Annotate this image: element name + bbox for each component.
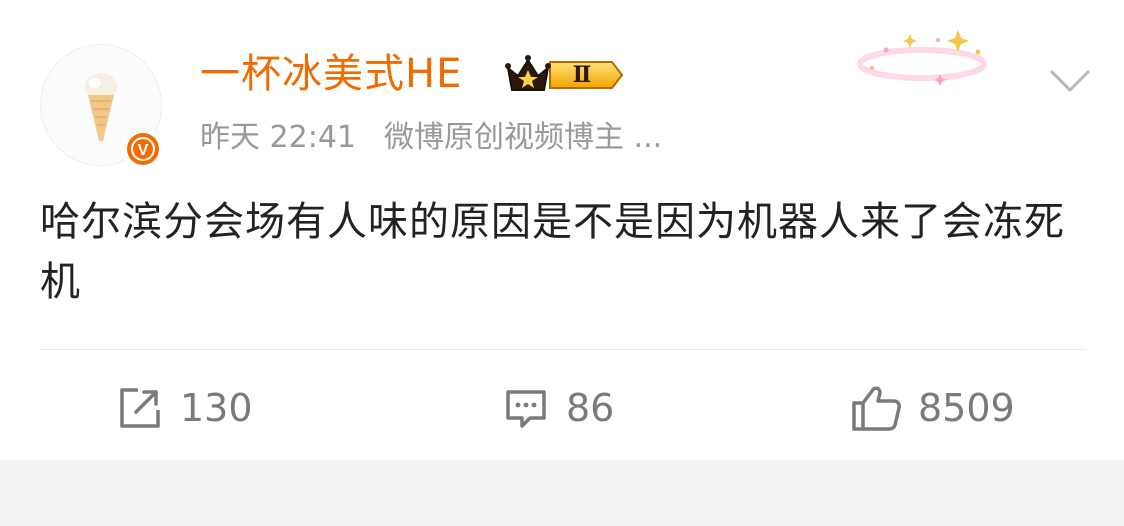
thumbs-up-icon [852, 386, 901, 431]
comment-button[interactable]: 86 [502, 378, 614, 438]
like-button[interactable]: 8509 [850, 378, 1015, 438]
sparkle-halo-decoration [857, 30, 987, 86]
chevron-down-icon[interactable] [1042, 60, 1098, 100]
avatar[interactable]: V [40, 44, 163, 169]
post-source[interactable]: 微博原创视频博主 ... [384, 120, 662, 155]
like-count: 8509 [918, 386, 1015, 430]
footer-area [0, 460, 1124, 526]
repost-count: 130 [180, 386, 253, 430]
post-meta: 昨天 22:41 微博原创视频博主 ... [200, 116, 662, 160]
vip-level-label: Ⅱ [573, 62, 592, 88]
username[interactable]: 一杯冰美式HE [200, 46, 462, 102]
weibo-post-card: V 一杯冰美式HE Ⅱ 昨天 22:41 微博原创视频博主 ... 哈尔滨分会场… [0, 0, 1124, 460]
vip-crown-badge-icon[interactable]: Ⅱ [504, 52, 626, 98]
repost-icon [120, 388, 160, 428]
comment-icon [506, 390, 546, 428]
post-text: 哈尔滨分会场有人味的原因是不是因为机器人来了会冻死机 [40, 199, 1065, 305]
post-time: 昨天 22:41 [200, 120, 356, 155]
comment-count: 86 [566, 386, 615, 430]
verified-badge: V [123, 129, 163, 169]
repost-button[interactable]: 130 [116, 378, 253, 438]
divider [40, 349, 1086, 350]
verified-badge-label: V [138, 142, 149, 159]
